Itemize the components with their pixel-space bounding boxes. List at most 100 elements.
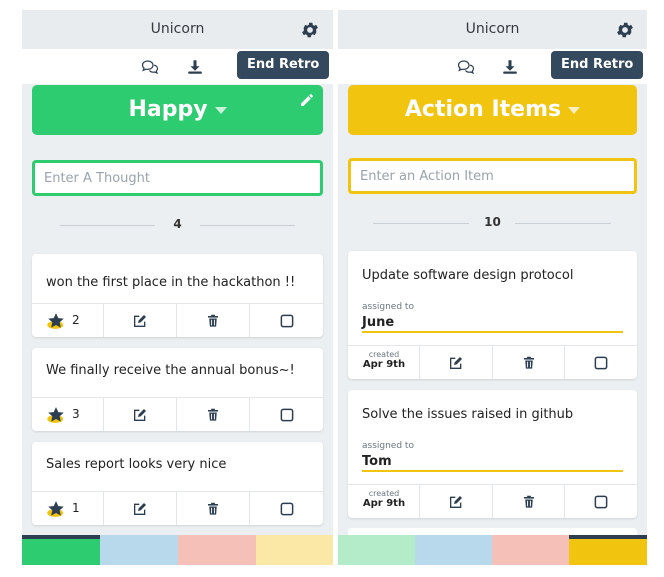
happy-column-pane: Unicorn End Retro Happy 4 won the first … — [22, 10, 333, 565]
column-tab-happy[interactable] — [22, 535, 100, 565]
edit-icon — [448, 494, 464, 510]
column-tab-confused[interactable] — [100, 535, 178, 565]
created-info: created Apr 9th — [348, 485, 420, 518]
column-title: Action Items — [404, 97, 562, 122]
column-header-happy[interactable]: Happy — [32, 85, 323, 135]
team-name: Unicorn — [465, 21, 520, 37]
column-tab-sad[interactable] — [492, 535, 569, 565]
pencil-icon[interactable] — [299, 92, 315, 108]
column-header-action-items[interactable]: Action Items — [348, 85, 637, 135]
thought-count: 4 — [32, 215, 323, 235]
thought-card: won the first place in the hackathon !! … — [32, 254, 323, 337]
checkbox-icon — [279, 502, 294, 517]
action-item-card: Update software design protocol assigned… — [348, 251, 637, 379]
column-tab-action-items[interactable] — [569, 535, 647, 565]
divider — [515, 223, 611, 224]
complete-checkbox[interactable] — [565, 346, 637, 379]
card-text: won the first place in the hackathon !! — [46, 275, 296, 290]
comments-icon[interactable] — [457, 58, 475, 76]
column-tab-sad[interactable] — [178, 535, 256, 565]
edit-icon — [132, 313, 148, 329]
checkbox-icon — [594, 356, 609, 371]
complete-checkbox[interactable] — [250, 398, 323, 431]
column-tab-action-items[interactable] — [256, 535, 333, 565]
thought-input[interactable] — [32, 160, 323, 196]
complete-checkbox[interactable] — [250, 492, 323, 525]
chevron-down-icon — [214, 106, 227, 114]
thought-card: We finally receive the annual bonus~! 3 — [32, 348, 323, 431]
trash-icon — [521, 356, 536, 371]
created-label: created — [368, 350, 400, 359]
divider — [200, 225, 295, 226]
end-retro-button[interactable]: End Retro — [551, 51, 644, 79]
card-text: We finally receive the annual bonus~! — [46, 363, 295, 378]
vote-button[interactable]: 3 — [32, 398, 104, 431]
vote-count: 3 — [72, 407, 80, 421]
card-actions: 3 — [32, 397, 323, 431]
checkbox-icon — [279, 408, 294, 423]
card-actions: created Apr 9th — [348, 484, 637, 518]
edit-button[interactable] — [104, 398, 177, 431]
created-label: created — [368, 489, 400, 498]
trash-icon — [521, 495, 536, 510]
edit-icon — [132, 407, 148, 423]
trash-icon — [206, 314, 221, 329]
count-value: 10 — [484, 215, 501, 229]
complete-checkbox[interactable] — [565, 485, 637, 518]
thought-card: Sales report looks very nice 1 — [32, 442, 323, 525]
vote-button[interactable]: 1 — [32, 492, 104, 525]
created-info-text: created Apr 9th — [348, 489, 420, 509]
card-actions: created Apr 9th — [348, 345, 637, 379]
count-value: 4 — [173, 217, 182, 231]
edit-icon — [132, 501, 148, 517]
action-item-input[interactable] — [348, 158, 637, 194]
delete-button[interactable] — [177, 304, 250, 337]
delete-button[interactable] — [493, 485, 565, 518]
checkbox-icon — [279, 314, 294, 329]
card-actions: 2 — [32, 303, 323, 337]
edit-button[interactable] — [104, 492, 177, 525]
delete-button[interactable] — [177, 492, 250, 525]
end-retro-button[interactable]: End Retro — [237, 51, 330, 79]
action-items-column-pane: Unicorn End Retro Action Items 10 Update… — [338, 10, 647, 565]
vote-button[interactable]: 2 — [32, 304, 104, 337]
delete-button[interactable] — [493, 346, 565, 379]
action-item-count: 10 — [348, 213, 637, 233]
comments-icon[interactable] — [141, 58, 159, 76]
complete-checkbox[interactable] — [250, 304, 323, 337]
edit-icon — [448, 355, 464, 371]
trash-icon — [206, 502, 221, 517]
checkbox-icon — [594, 495, 609, 510]
column-tab-happy[interactable] — [338, 535, 415, 565]
chevron-down-icon — [568, 106, 581, 114]
toolbar: End Retro — [338, 49, 647, 84]
vote-count: 2 — [72, 313, 80, 327]
delete-button[interactable] — [177, 398, 250, 431]
created-date: Apr 9th — [362, 359, 406, 370]
card-text: Sales report looks very nice — [46, 457, 227, 472]
column-tab-confused[interactable] — [415, 535, 492, 565]
action-item-card: Solve the issues raised in github assign… — [348, 390, 637, 518]
vote-count: 1 — [72, 501, 80, 515]
star-icon — [47, 312, 66, 331]
gear-icon[interactable] — [300, 20, 320, 40]
toolbar: End Retro — [22, 49, 333, 84]
assignee-field[interactable]: Tom — [362, 454, 623, 472]
assigned-label: assigned to — [362, 441, 414, 451]
column-selector — [22, 535, 333, 565]
team-name: Unicorn — [150, 21, 205, 37]
trash-icon — [206, 408, 221, 423]
top-bar: Unicorn — [22, 10, 333, 49]
download-icon[interactable] — [186, 58, 204, 76]
created-info-text: created Apr 9th — [348, 350, 420, 370]
card-actions: 1 — [32, 491, 323, 525]
card-text: Update software design protocol — [362, 268, 574, 283]
edit-button[interactable] — [104, 304, 177, 337]
top-bar: Unicorn — [338, 10, 647, 49]
gear-icon[interactable] — [615, 20, 635, 40]
edit-button[interactable] — [420, 346, 493, 379]
edit-button[interactable] — [420, 485, 493, 518]
download-icon[interactable] — [501, 58, 519, 76]
column-selector — [338, 535, 647, 565]
assignee-field[interactable]: June — [362, 315, 623, 333]
